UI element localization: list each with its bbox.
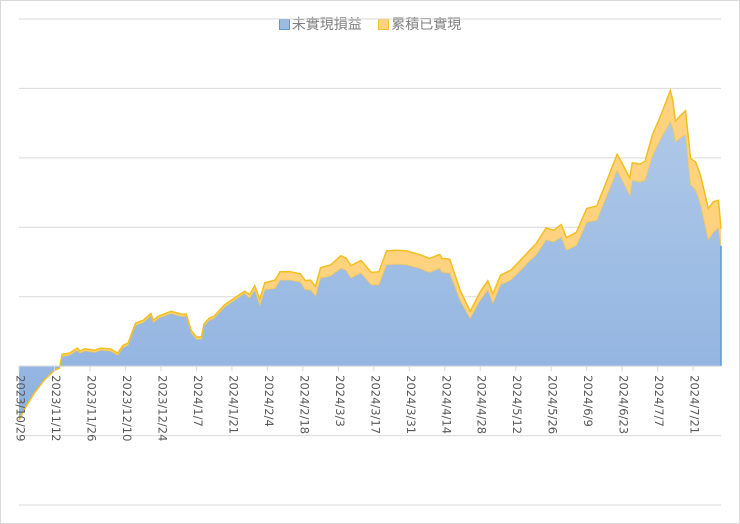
x-tick-label: 2024/2/18	[297, 375, 311, 434]
x-tick-label: 2024/1/7	[191, 375, 205, 427]
x-tick-label: 2024/5/12	[510, 375, 524, 434]
x-tick-label: 2024/3/31	[404, 375, 418, 434]
x-tick-label: 2023/12/10	[120, 375, 134, 441]
x-tick-label: 2023/11/12	[49, 375, 63, 441]
area-chart: 2023/10/29 2023/11/12 2023/11/26 2023/12/10…	[14, 18, 722, 506]
x-tick-label: 2023/11/26	[84, 375, 98, 441]
x-tick-label: 2023/12/24	[155, 375, 169, 441]
x-tick-label: 2024/6/9	[581, 375, 595, 427]
x-tick-label: 2024/3/3	[333, 375, 347, 427]
x-tick-label: 2024/6/23	[617, 375, 631, 434]
x-tick-label: 2023/10/29	[14, 375, 28, 441]
x-tick-label: 2024/2/4	[262, 375, 276, 427]
x-tick-label: 2024/7/21	[688, 375, 702, 434]
x-tick-label: 2024/4/28	[475, 375, 489, 434]
x-tick-label: 2024/1/21	[226, 375, 240, 434]
x-tick-label: 2024/7/7	[652, 375, 666, 427]
x-tick-label: 2024/5/26	[546, 375, 560, 434]
x-tick-label: 2024/4/14	[439, 375, 453, 434]
x-tick-label: 2024/3/17	[368, 375, 382, 434]
